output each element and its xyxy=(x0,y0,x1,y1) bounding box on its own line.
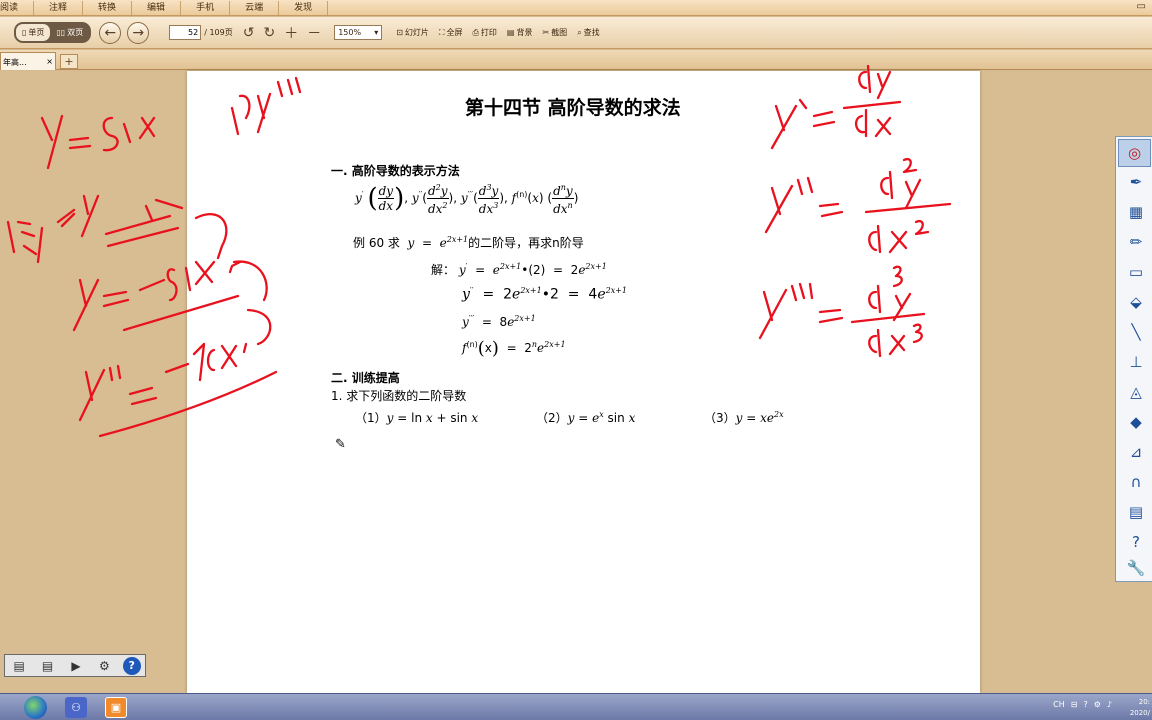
settings-tray-icon[interactable]: ⚙ xyxy=(1094,700,1101,709)
axes-icon[interactable]: ⊥ xyxy=(1123,351,1149,373)
pen-cursor-icon: ✎ xyxy=(335,437,346,452)
exercise-3: （3）y = xe2x xyxy=(704,410,784,425)
scissors-icon: ✂ xyxy=(542,28,550,37)
exercise-2: （2）y = ex sin x xyxy=(536,410,636,425)
menu-mobile[interactable]: 手机 xyxy=(181,0,231,15)
clock[interactable]: 20: 2020/ xyxy=(1130,697,1150,719)
presentation-controls: ▤ ▤ ▶ ⚙ ? xyxy=(4,654,146,677)
zoom-select[interactable]: 150% ▾ xyxy=(334,25,383,40)
exercise-intro: 1. 求下列函数的二阶导数 xyxy=(331,389,467,403)
tab-bar: 年高... × + xyxy=(0,50,1152,70)
section-1-heading: 一. 高阶导数的表示方法 xyxy=(331,164,460,178)
line-icon[interactable]: ╲ xyxy=(1123,321,1149,343)
section-2-heading: 二. 训练提高 xyxy=(331,371,400,385)
pdf-app-icon[interactable]: ▣ xyxy=(105,697,127,718)
taskbar: ⚇ ▣ CH ⊟ ? ⚙ ♪ 20: 2020/ xyxy=(0,693,1152,720)
exercise-1: （1）y = ln x + sin x xyxy=(355,411,479,425)
protractor-icon[interactable]: ⊿ xyxy=(1123,441,1149,463)
record-icon[interactable]: ◎ xyxy=(1118,139,1151,167)
document-workspace[interactable]: 第十四节 高阶导数的求法 一. 高阶导数的表示方法 y′ (dy dx), y′′… xyxy=(0,71,1152,693)
screenshot-button[interactable]: ✂ 截图 xyxy=(542,27,567,38)
slideshow-icon: ⊡ xyxy=(396,28,403,37)
users-app-icon[interactable]: ⚇ xyxy=(65,697,87,718)
effects-icon[interactable]: ⚙ xyxy=(94,657,114,674)
annotation-toolbar: ◎ ✒ ▦ ✏ ▭ ⬙ ╲ ⊥ ◬ ◆ ⊿ ∩ ▤ ? 🔧 xyxy=(1115,136,1152,582)
solution-line-3: y′′′ = 8e2x+1 xyxy=(462,314,536,329)
menu-cloud[interactable]: 云端 xyxy=(230,0,280,15)
background-button[interactable]: ▤ 背景 xyxy=(507,27,533,38)
menu-edit[interactable]: 编辑 xyxy=(132,0,182,15)
add-tab-button[interactable]: + xyxy=(60,54,78,69)
help-icon[interactable]: ? xyxy=(122,656,141,675)
double-page-button[interactable]: ▯▯ 双页 xyxy=(50,24,89,41)
forward-arrow-icon[interactable]: → xyxy=(127,21,150,44)
next-slide-icon[interactable]: ▤ xyxy=(38,657,58,674)
help-icon[interactable]: ? xyxy=(1123,531,1149,553)
page-title: 第十四节 高阶导数的求法 xyxy=(465,97,681,119)
total-pages: / 109页 xyxy=(204,28,233,37)
zoom-out-icon[interactable]: － xyxy=(307,23,321,43)
print-button[interactable]: ⎙ 打印 xyxy=(473,27,497,38)
menu-discover[interactable]: 发现 xyxy=(279,0,329,15)
menu-read[interactable]: 阅读 xyxy=(0,0,35,15)
print-icon: ⎙ xyxy=(472,27,479,37)
menu-convert[interactable]: 转换 xyxy=(83,0,133,15)
toolbar: ▯ 单页 ▯▯ 双页 ← → / 109页 ↺ ↻ ＋ － 150% ▾ ⊡幻灯… xyxy=(0,17,1152,49)
wrench-icon[interactable]: 🔧 xyxy=(1123,557,1149,579)
menu-annotate[interactable]: 注释 xyxy=(34,0,84,15)
rotate-right-icon[interactable]: ↻ xyxy=(263,25,275,41)
magnet-icon[interactable]: ∩ xyxy=(1123,471,1149,493)
view-mode-group: ▯ 单页 ▯▯ 双页 xyxy=(14,22,92,43)
pdf-page[interactable]: 第十四节 高阶导数的求法 一. 高阶导数的表示方法 y′ (dy dx), y′′… xyxy=(187,71,980,693)
volume-icon[interactable]: ♪ xyxy=(1107,700,1112,709)
system-tray: CH ⊟ ? ⚙ ♪ xyxy=(1053,700,1112,709)
search-icon: ⌕ xyxy=(577,27,582,37)
marker-icon[interactable]: ✏ xyxy=(1123,231,1149,253)
solution-line-1: 解： y′ = e2x+1•(2) = 2e2x+1 xyxy=(431,262,607,277)
chevron-down-icon: ▾ xyxy=(374,28,379,37)
double-page-icon: ▯▯ xyxy=(56,28,66,37)
help-tray-icon[interactable]: ? xyxy=(1083,700,1087,709)
fullscreen-icon: ⛶ xyxy=(438,27,445,37)
background-icon: ▤ xyxy=(506,28,515,37)
close-icon[interactable]: × xyxy=(46,57,53,66)
rotate-left-icon[interactable]: ↺ xyxy=(243,25,255,41)
single-page-button[interactable]: ▯ 单页 xyxy=(16,24,51,41)
solution-line-4: f(n)(x) = 2ne2x+1 xyxy=(462,338,566,359)
find-button[interactable]: ⌕ 查找 xyxy=(577,27,599,38)
zoom-in-icon[interactable]: ＋ xyxy=(284,23,298,43)
play-icon[interactable]: ▶ xyxy=(66,657,86,674)
pen-icon[interactable]: ✒ xyxy=(1123,171,1149,193)
screen-capture-icon[interactable]: ▤ xyxy=(1123,501,1149,523)
single-page-icon: ▯ xyxy=(22,28,27,37)
slideshow-button[interactable]: ⊡ 幻灯片 xyxy=(396,27,429,38)
network-icon[interactable]: ⊟ xyxy=(1071,700,1078,709)
window-controls-icon[interactable]: ▭ xyxy=(1137,1,1146,12)
shapes-icon[interactable]: ◬ xyxy=(1123,381,1149,403)
page-number-input[interactable] xyxy=(169,25,202,40)
back-arrow-icon[interactable]: ← xyxy=(99,21,122,44)
fill-icon[interactable]: ⬙ xyxy=(1123,291,1149,313)
checker-pen-icon[interactable]: ▦ xyxy=(1123,201,1149,223)
eraser-icon[interactable]: ▭ xyxy=(1123,261,1149,283)
start-icon[interactable] xyxy=(24,696,47,719)
menu-bar: 阅读 注释 转换 编辑 手机 云端 发现 ▭ xyxy=(0,0,1152,16)
fullscreen-button[interactable]: ⛶ 全屏 xyxy=(439,27,463,38)
previous-slide-icon[interactable]: ▤ xyxy=(9,657,29,674)
solution-line-2: y′′ = 2e2x+1•2 = 4e2x+1 xyxy=(462,286,628,303)
notation-formula: y′ (dy dx), y′′(d2y dx2), y′′′(d3y dx3), f(… xyxy=(355,183,579,216)
example-60: 例 60 求 y = e2x+1的二阶导，再求n阶导 xyxy=(353,235,584,250)
cube-icon[interactable]: ◆ xyxy=(1123,411,1149,433)
document-tab[interactable]: 年高... × xyxy=(0,52,56,70)
